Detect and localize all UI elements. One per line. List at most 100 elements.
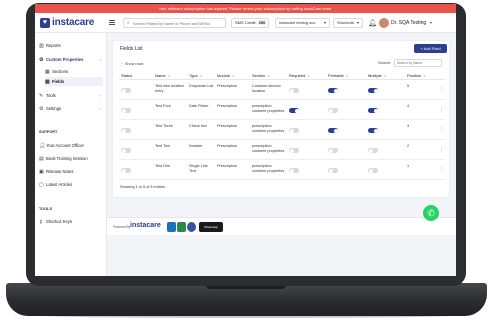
multiple-toggle[interactable] bbox=[368, 148, 378, 153]
row-actions-icon[interactable]: ⋮ bbox=[439, 167, 444, 173]
show-rows-toggle[interactable]: ⋮ Show rows bbox=[120, 61, 143, 66]
printable-toggle[interactable] bbox=[328, 148, 338, 153]
brand-logo[interactable]: ♥ instacare bbox=[40, 17, 94, 28]
field-position-cell: 3 bbox=[407, 124, 410, 128]
sidebar-item-custom-properties[interactable]: ⚙ Custom Properties › bbox=[39, 55, 103, 64]
field-section-cell: prescription custome properties bbox=[252, 144, 285, 153]
column-header-required[interactable]: Required ⇅ bbox=[289, 73, 310, 78]
show-rows-label: Show rows bbox=[124, 62, 144, 66]
table-row: Test new location entry Dropdown List Pres… bbox=[119, 81, 445, 100]
field-name-cell: Test new location entry bbox=[155, 84, 185, 93]
add-field-button[interactable]: + Add Field bbox=[414, 44, 447, 53]
sort-icon: ⇅ bbox=[423, 74, 426, 78]
column-header-status[interactable]: Status bbox=[121, 73, 132, 78]
status-toggle[interactable] bbox=[121, 128, 131, 133]
required-toggle[interactable] bbox=[289, 108, 299, 113]
clinic-select[interactable]: instacare testing acc ▾ bbox=[275, 18, 330, 28]
sidebar-item-fields[interactable]: ▦ Fields bbox=[45, 77, 103, 86]
toggle-knob bbox=[368, 148, 373, 153]
patient-search-input[interactable] bbox=[133, 20, 223, 27]
status-toggle[interactable] bbox=[121, 88, 131, 93]
column-header-printable[interactable]: Printable ⇅ bbox=[328, 73, 348, 78]
sms-credit: SMS Credit: 250 bbox=[231, 18, 269, 28]
shortcuts-select[interactable]: Shortcuts ▾ bbox=[333, 18, 363, 28]
sms-credit-value: 250 bbox=[257, 20, 267, 25]
menu-toggle-icon[interactable] bbox=[109, 20, 115, 25]
status-toggle[interactable] bbox=[121, 108, 131, 113]
sidebar-item-release-notes[interactable]: ▣ Release Notes bbox=[39, 167, 103, 176]
chevron-down-icon[interactable]: ▾ bbox=[430, 20, 432, 25]
footer-logo: instacare bbox=[130, 222, 161, 229]
user-icon: 👤︎ bbox=[39, 142, 46, 149]
toggle-knob bbox=[373, 88, 378, 93]
printable-toggle[interactable] bbox=[328, 168, 338, 173]
row-actions-icon[interactable]: ⋮ bbox=[439, 107, 444, 113]
column-header-module[interactable]: Module ⇅ bbox=[217, 73, 235, 78]
column-header-position[interactable]: Position ⇅ bbox=[407, 73, 426, 78]
row-actions-icon[interactable]: ⋮ bbox=[439, 127, 444, 133]
field-section-cell: Custome second location bbox=[252, 84, 281, 93]
table-row: Test Four Date Picker Prescription prescrip… bbox=[119, 101, 445, 120]
user-name[interactable]: Dr. SQA Testing bbox=[391, 20, 426, 26]
required-toggle[interactable] bbox=[289, 88, 299, 93]
sidebar-item-label: Tools bbox=[46, 93, 56, 98]
grid-icon: ▦ bbox=[45, 78, 50, 85]
sidebar-item-book-training[interactable]: ▤ Book Training Session bbox=[39, 154, 103, 163]
column-header-label: Multiple bbox=[368, 73, 382, 78]
sort-icon: ⇅ bbox=[345, 74, 349, 78]
sidebar-item-shortcut-keys[interactable]: ⚷ Shortcut Keys bbox=[39, 217, 103, 226]
column-header-label: Module bbox=[217, 73, 231, 78]
required-toggle[interactable] bbox=[289, 128, 299, 133]
column-header-label: Section bbox=[252, 73, 266, 78]
field-position-cell: 2 bbox=[407, 144, 410, 148]
multiple-toggle[interactable] bbox=[368, 108, 378, 113]
printable-toggle[interactable] bbox=[328, 128, 338, 133]
sidebar-item-settings[interactable]: ⚙ Settings › bbox=[39, 104, 103, 113]
printable-toggle[interactable] bbox=[328, 108, 338, 113]
entries-info: Showing 1 to 5 of 5 entries bbox=[120, 185, 165, 189]
field-module-cell: Prescription bbox=[217, 104, 238, 108]
sidebar-item-account-officer[interactable]: 👤︎ Your Account Officer bbox=[39, 141, 103, 150]
row-actions-icon[interactable]: ⋮ bbox=[439, 87, 444, 93]
column-header-label: Type bbox=[189, 73, 198, 78]
sidebar-item-label: Reports bbox=[46, 43, 61, 48]
status-toggle[interactable] bbox=[121, 148, 131, 153]
table-row: Test Three Check box Prescription prescript… bbox=[119, 121, 445, 140]
status-toggle[interactable] bbox=[121, 168, 131, 173]
clinic-select-value: instacare testing acc bbox=[279, 20, 316, 25]
whatsapp-chat-icon[interactable]: ✆ bbox=[423, 205, 439, 221]
column-header-type[interactable]: Type ⇅ bbox=[189, 73, 202, 78]
sidebar-item-sections[interactable]: ▦ Sections bbox=[45, 67, 103, 76]
sort-icon: ⇅ bbox=[199, 74, 203, 78]
table-search-input[interactable] bbox=[394, 59, 442, 67]
printable-toggle[interactable] bbox=[328, 88, 338, 93]
required-toggle[interactable] bbox=[289, 168, 299, 173]
sidebar-item-label: Custom Properties bbox=[46, 57, 84, 62]
multiple-toggle[interactable] bbox=[368, 88, 378, 93]
sidebar-item-label: Sections bbox=[52, 69, 69, 74]
sidebar-item-latest-articles[interactable]: ▢ Latest Articles bbox=[39, 180, 103, 189]
table-search-label: Search: bbox=[378, 61, 392, 65]
sidebar-item-label: Latest Articles bbox=[46, 182, 73, 187]
field-type-cell: Number bbox=[189, 144, 203, 148]
sidebar-item-tools[interactable]: ✎ Tools › bbox=[39, 91, 103, 100]
field-module-cell: Prescription bbox=[217, 124, 238, 128]
avatar[interactable] bbox=[379, 18, 389, 28]
chevron-down-icon: ▾ bbox=[323, 20, 326, 25]
multiple-toggle[interactable] bbox=[368, 168, 378, 173]
row-actions-icon[interactable]: ⋮ bbox=[439, 147, 444, 153]
whatsapp-badge: WhatsApp bbox=[199, 222, 223, 232]
column-header-label: Position bbox=[407, 73, 422, 78]
grid-icon: ⋮ bbox=[120, 62, 124, 66]
required-toggle[interactable] bbox=[289, 148, 299, 153]
toggle-knob bbox=[333, 128, 338, 133]
grid-icon: ▦ bbox=[45, 68, 50, 75]
column-header-name[interactable]: Name ⇅ bbox=[155, 73, 170, 78]
multiple-toggle[interactable] bbox=[368, 128, 378, 133]
field-position-cell: 4 bbox=[407, 104, 410, 108]
sidebar-item-reports[interactable]: ▥ Reports bbox=[39, 41, 103, 50]
column-header-section[interactable]: Section ⇅ bbox=[252, 73, 270, 78]
bell-icon[interactable]: 🔔︎ bbox=[368, 19, 377, 27]
column-header-multiple[interactable]: Multiple ⇅ bbox=[368, 73, 386, 78]
column-header-label: Required bbox=[289, 73, 306, 78]
